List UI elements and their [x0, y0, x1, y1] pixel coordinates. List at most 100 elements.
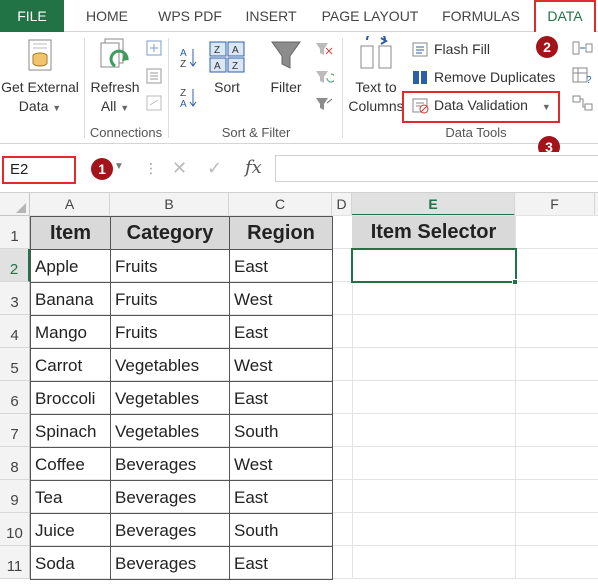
table-cell[interactable]: East: [229, 315, 333, 349]
table-cell[interactable]: Vegetables: [110, 414, 230, 448]
tab-file[interactable]: FILE: [0, 0, 64, 32]
row-header-5[interactable]: 5: [0, 348, 30, 381]
fill-handle[interactable]: [512, 279, 518, 285]
column-header-d[interactable]: D: [332, 193, 352, 216]
what-if-analysis-icon[interactable]: ?: [572, 67, 594, 85]
row-header-4[interactable]: 4: [0, 315, 30, 348]
advanced-filter-icon[interactable]: [314, 95, 334, 113]
table-cell[interactable]: Coffee: [30, 447, 111, 481]
name-box[interactable]: E2: [2, 156, 76, 184]
table-header-cell[interactable]: Item: [30, 216, 111, 250]
row-header-10[interactable]: 10: [0, 513, 30, 546]
clear-filter-icon[interactable]: [314, 40, 334, 58]
connections-icon[interactable]: [146, 40, 162, 56]
formula-bar: E2 1 ▼ ⋮ ✕ ✓ fx: [0, 152, 598, 186]
table-cell[interactable]: Fruits: [110, 282, 230, 316]
table-cell[interactable]: Fruits: [110, 315, 230, 349]
table-cell[interactable]: South: [229, 513, 333, 547]
reapply-icon[interactable]: [314, 68, 334, 86]
row-header-7[interactable]: 7: [0, 414, 30, 447]
table-header-cell[interactable]: Region: [229, 216, 333, 250]
tab-formulas[interactable]: FORMULAS: [436, 0, 526, 32]
column-header-e[interactable]: E: [352, 193, 515, 216]
data-tools-group-label: Data Tools: [445, 125, 507, 140]
column-header-b[interactable]: B: [110, 193, 229, 216]
text-to-columns-label-2: Columns: [348, 98, 404, 114]
table-cell[interactable]: West: [229, 282, 333, 316]
tab-data[interactable]: DATA: [534, 0, 596, 33]
column-header-f[interactable]: F: [515, 193, 595, 216]
svg-text:Z: Z: [214, 45, 220, 56]
column-header-c[interactable]: C: [229, 193, 332, 216]
tab-insert[interactable]: INSERT: [238, 0, 304, 32]
table-cell[interactable]: Carrot: [30, 348, 111, 382]
flash-fill-button[interactable]: Flash Fill: [412, 38, 490, 60]
table-cell[interactable]: South: [229, 414, 333, 448]
table-cell[interactable]: East: [229, 546, 333, 580]
row-header-2[interactable]: 2: [0, 249, 30, 282]
table-cell[interactable]: Broccoli: [30, 381, 111, 415]
svg-text:Z: Z: [180, 59, 186, 68]
sort-za-icon[interactable]: Z A: [178, 86, 200, 108]
column-header-a[interactable]: A: [30, 193, 110, 216]
table-cell[interactable]: East: [229, 480, 333, 514]
edit-links-icon[interactable]: [146, 95, 162, 111]
table-cell[interactable]: Spinach: [30, 414, 111, 448]
sort-az-icon[interactable]: A Z: [178, 46, 200, 68]
flash-fill-label: Flash Fill: [434, 41, 491, 57]
remove-duplicates-button[interactable]: Remove Duplicates: [412, 66, 555, 88]
active-cell-border: [351, 248, 517, 283]
table-cell[interactable]: Vegetables: [110, 381, 230, 415]
table-cell[interactable]: Fruits: [110, 249, 230, 283]
ribbon-data: Get External Data ▼ Refresh All ▼ Connec…: [0, 32, 598, 144]
table-cell[interactable]: Banana: [30, 282, 111, 316]
table-cell[interactable]: Tea: [30, 480, 111, 514]
select-all-button[interactable]: [0, 193, 30, 216]
table-cell[interactable]: Beverages: [110, 513, 230, 547]
table-cell[interactable]: Beverages: [110, 546, 230, 580]
table-cell[interactable]: Beverages: [110, 480, 230, 514]
sort-filter-group-label: Sort & Filter: [221, 125, 291, 140]
table-cell[interactable]: Beverages: [110, 447, 230, 481]
enter-icon[interactable]: ✓: [207, 158, 222, 179]
get-external-data-button[interactable]: Get External Data ▼: [0, 36, 80, 118]
properties-icon[interactable]: [146, 68, 162, 84]
filter-label: Filter: [270, 79, 302, 95]
item-selector-header[interactable]: Item Selector: [352, 216, 515, 249]
refresh-icon: [100, 38, 129, 68]
table-cell[interactable]: Mango: [30, 315, 111, 349]
row-header-1[interactable]: 1: [0, 216, 30, 249]
sort-button[interactable]: ZA AZ Sort: [204, 36, 250, 97]
table-header-cell[interactable]: Category: [110, 216, 230, 250]
svg-text:A: A: [214, 61, 221, 72]
relationships-icon[interactable]: [572, 95, 594, 111]
insert-function-icon[interactable]: fx: [245, 157, 262, 178]
text-to-columns-button[interactable]: Text to Columns: [344, 36, 408, 116]
table-cell[interactable]: Apple: [30, 249, 111, 283]
formula-input[interactable]: [275, 155, 598, 182]
row-header-6[interactable]: 6: [0, 381, 30, 414]
refresh-all-button[interactable]: Refresh All ▼: [86, 36, 144, 118]
table-cell[interactable]: East: [229, 249, 333, 283]
row-header-8[interactable]: 8: [0, 447, 30, 480]
tab-wps-pdf[interactable]: WPS PDF: [150, 0, 230, 32]
column-headers: A B C D E F: [0, 192, 598, 216]
tab-page-layout[interactable]: PAGE LAYOUT: [316, 0, 424, 32]
row-header-3[interactable]: 3: [0, 282, 30, 315]
row-header-11[interactable]: 11: [0, 546, 30, 579]
row-header-9[interactable]: 9: [0, 480, 30, 513]
group-separator: [84, 38, 85, 138]
table-cell[interactable]: West: [229, 348, 333, 382]
table-cell[interactable]: Vegetables: [110, 348, 230, 382]
table-cell[interactable]: West: [229, 447, 333, 481]
tab-home[interactable]: HOME: [78, 0, 136, 32]
consolidate-icon[interactable]: [572, 40, 594, 56]
table-cell[interactable]: Juice: [30, 513, 111, 547]
name-box-dropdown-icon[interactable]: ▼: [114, 161, 124, 172]
cancel-icon[interactable]: ✕: [172, 158, 187, 179]
table-cell[interactable]: East: [229, 381, 333, 415]
caret-down-icon: ▼: [120, 103, 130, 113]
formula-bar-grip-icon[interactable]: ⋮: [144, 160, 158, 177]
filter-button[interactable]: Filter: [262, 36, 310, 97]
table-cell[interactable]: Soda: [30, 546, 111, 580]
